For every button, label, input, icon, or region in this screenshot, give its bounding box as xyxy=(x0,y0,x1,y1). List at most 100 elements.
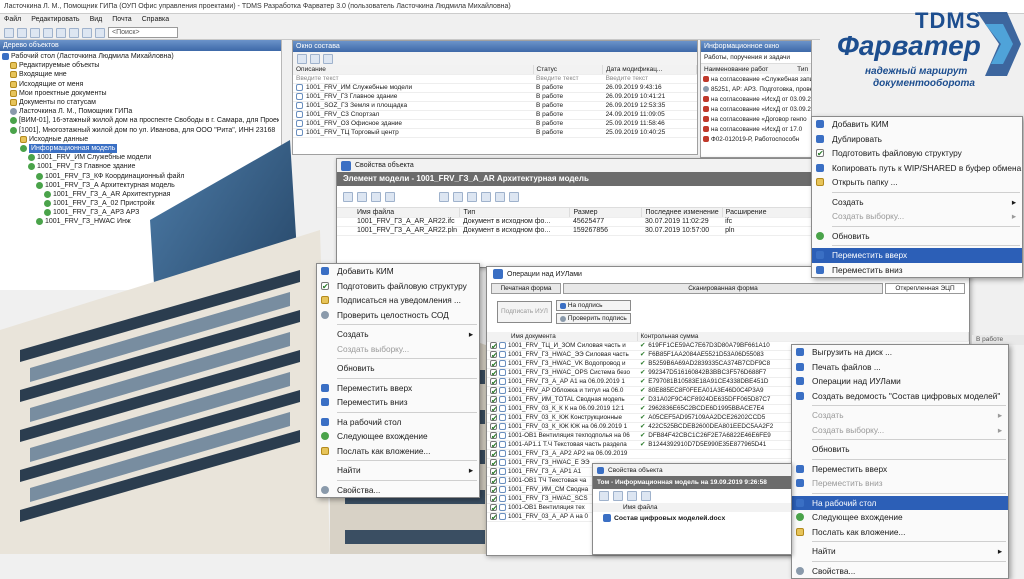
menu-item[interactable]: Создать ▸ xyxy=(792,408,1008,423)
menu-item[interactable]: Создать выборку... xyxy=(317,342,479,357)
table-row[interactable]: 1001_FRV_ИМ Служебные модели В работе 26.0… xyxy=(293,83,697,93)
pen-icon[interactable] xyxy=(509,191,519,202)
row-checkbox[interactable] xyxy=(490,512,497,520)
column-header[interactable]: Статус xyxy=(533,65,604,75)
print-icon[interactable] xyxy=(56,27,66,38)
column-header[interactable]: Имя файла xyxy=(593,503,791,512)
back-icon[interactable] xyxy=(17,27,27,38)
row-checkbox[interactable] xyxy=(490,404,497,412)
to-sign-button[interactable]: На подпись xyxy=(555,300,631,311)
menu-item[interactable]: Переместить вверх xyxy=(792,462,1008,477)
row-checkbox[interactable] xyxy=(490,377,497,385)
column-header[interactable]: Тип xyxy=(459,208,571,218)
task-row[interactable]: на согласование «Служебная записка от 2 xyxy=(701,74,811,84)
menu-item[interactable]: Подписаться на уведомления ... xyxy=(317,293,479,308)
tree-item[interactable]: Мои проектные документы xyxy=(2,89,279,98)
menu-item[interactable]: Создать ▸ xyxy=(317,327,479,342)
menu-item[interactable]: Подготовить файловую структуру xyxy=(812,146,1022,161)
row-checkbox[interactable] xyxy=(490,386,497,394)
row-checkbox[interactable] xyxy=(490,431,497,439)
menu-item[interactable]: Следующее вхождение xyxy=(317,429,479,444)
sign-iul-button[interactable]: Подписать ИУЛ xyxy=(497,301,552,323)
save-icon[interactable] xyxy=(343,191,353,202)
menu-item[interactable]: Переместить вверх xyxy=(317,381,479,396)
menu-item[interactable]: Послать как вложение... xyxy=(317,444,479,459)
tree-item[interactable]: Редактируемые объекты xyxy=(2,61,279,70)
delete-icon[interactable] xyxy=(627,491,637,501)
tree-item[interactable]: Документы по статусам xyxy=(2,98,279,107)
folder-icon[interactable] xyxy=(385,191,395,202)
pdf-icon[interactable] xyxy=(467,191,477,202)
tree-item[interactable]: Рабочий стол (Ласточкина Людмила Михайло… xyxy=(2,52,279,61)
menu-item[interactable]: Свойства... xyxy=(317,483,479,498)
row-checkbox[interactable] xyxy=(490,350,497,358)
table-row[interactable]: 1001_FRV_С3 Спортзал В работе 24.09.2019 1… xyxy=(293,110,697,120)
row-checkbox[interactable] xyxy=(490,467,497,475)
row-checkbox[interactable] xyxy=(490,395,497,403)
menu-item[interactable]: Свойства... xyxy=(792,564,1008,579)
row-checkbox[interactable] xyxy=(490,449,497,457)
menu-item[interactable]: Создать ведомость "Состав цифровых модел… xyxy=(792,389,1008,404)
menu-item[interactable]: Обновить xyxy=(317,361,479,376)
menu-item[interactable]: Переместить вниз xyxy=(812,263,1022,278)
row-checkbox[interactable] xyxy=(490,422,497,430)
view-icon[interactable] xyxy=(439,191,449,202)
mail-icon[interactable] xyxy=(69,27,79,38)
task-row[interactable]: на согласование «ИсхД от 03.09.2018, РиК xyxy=(701,94,811,104)
info-subtitle[interactable]: Работы, поручения и задачи xyxy=(701,52,811,64)
row-checkbox[interactable] xyxy=(490,359,497,367)
menu-item[interactable]: Добавить КИМ xyxy=(812,117,1022,132)
settings-icon[interactable] xyxy=(95,27,105,38)
tree-item[interactable]: Исходящие от меня xyxy=(2,80,279,89)
task-row[interactable]: на согласование «Договор генпо xyxy=(701,114,811,124)
menu-item[interactable]: Открыть папку ... xyxy=(812,175,1022,190)
column-header[interactable]: Дата модификац... xyxy=(602,65,697,75)
forward-icon[interactable] xyxy=(30,27,40,38)
row-checkbox[interactable] xyxy=(490,440,497,448)
row-checkbox[interactable] xyxy=(490,485,497,493)
check-sign-button[interactable]: Проверить подпись xyxy=(555,313,631,324)
tree-item[interactable]: Входящие мне xyxy=(2,70,279,79)
tab-print-form[interactable]: Печатная форма xyxy=(491,283,561,294)
open-icon[interactable] xyxy=(599,491,609,501)
filter-cell[interactable]: Введите текст xyxy=(533,74,603,84)
menu-view[interactable]: Вид xyxy=(90,14,103,26)
search-icon[interactable] xyxy=(453,191,463,202)
menu-item[interactable]: Дублировать xyxy=(812,132,1022,147)
menu-item[interactable]: Найти ▸ xyxy=(792,544,1008,559)
table-row[interactable]: 1001_FRV_ГЗ_А_AR_AR22.pln Документ в исхо… xyxy=(337,226,815,236)
paste-icon[interactable] xyxy=(371,191,381,202)
task-row[interactable]: на согласование «ИсхД от 03.09.2018, РиК xyxy=(701,104,811,114)
row-checkbox[interactable] xyxy=(490,458,497,466)
column-header[interactable]: Имя файла xyxy=(337,208,461,218)
menu-mail[interactable]: Почта xyxy=(112,14,131,26)
menu-item[interactable]: Найти ▸ xyxy=(317,463,479,478)
task-row[interactable]: Ф02-012019-Р, Работоспособн xyxy=(701,134,811,144)
filter-cell[interactable]: Введите текст xyxy=(602,74,697,84)
filter-icon[interactable] xyxy=(323,53,333,64)
add-icon[interactable] xyxy=(297,53,307,64)
table-row[interactable]: 1001_FRV_ГЗ Главное здание В работе 26.09.… xyxy=(293,92,697,102)
row-checkbox[interactable] xyxy=(490,476,497,484)
menu-help[interactable]: Справка xyxy=(142,14,169,26)
column-header[interactable]: Описание xyxy=(293,65,534,75)
menu-item[interactable]: Следующее вхождение xyxy=(792,510,1008,525)
add-icon[interactable] xyxy=(613,491,623,501)
menu-item[interactable]: На рабочий стол xyxy=(317,415,479,430)
row-checkbox[interactable] xyxy=(490,494,497,502)
menu-item[interactable]: Переместить вниз xyxy=(317,395,479,410)
menu-item[interactable]: Проверить целостность СОД xyxy=(317,308,479,323)
tab-detached-sign[interactable]: Открепленная ЭЦП xyxy=(885,283,965,294)
home-icon[interactable] xyxy=(4,27,14,38)
row-checkbox[interactable] xyxy=(490,368,497,376)
task-row[interactable]: 85251, АР: АРЗ. Подготовка, проверка и в… xyxy=(701,84,811,94)
column-header[interactable]: Наименование работ xyxy=(704,66,768,73)
menu-item[interactable]: Обновить xyxy=(812,229,1022,244)
menu-item[interactable]: Создать выборку... ▸ xyxy=(792,423,1008,438)
menu-edit[interactable]: Редактировать xyxy=(31,14,79,26)
menu-item[interactable]: На рабочий стол xyxy=(792,495,1008,510)
menu-item[interactable]: Послать как вложение... xyxy=(792,525,1008,540)
column-header[interactable]: Размер xyxy=(569,208,643,218)
menu-item[interactable]: Печать файлов ... xyxy=(792,360,1008,375)
menu-item[interactable]: Копировать путь к WIP/SHARED в буфер обм… xyxy=(812,161,1022,176)
